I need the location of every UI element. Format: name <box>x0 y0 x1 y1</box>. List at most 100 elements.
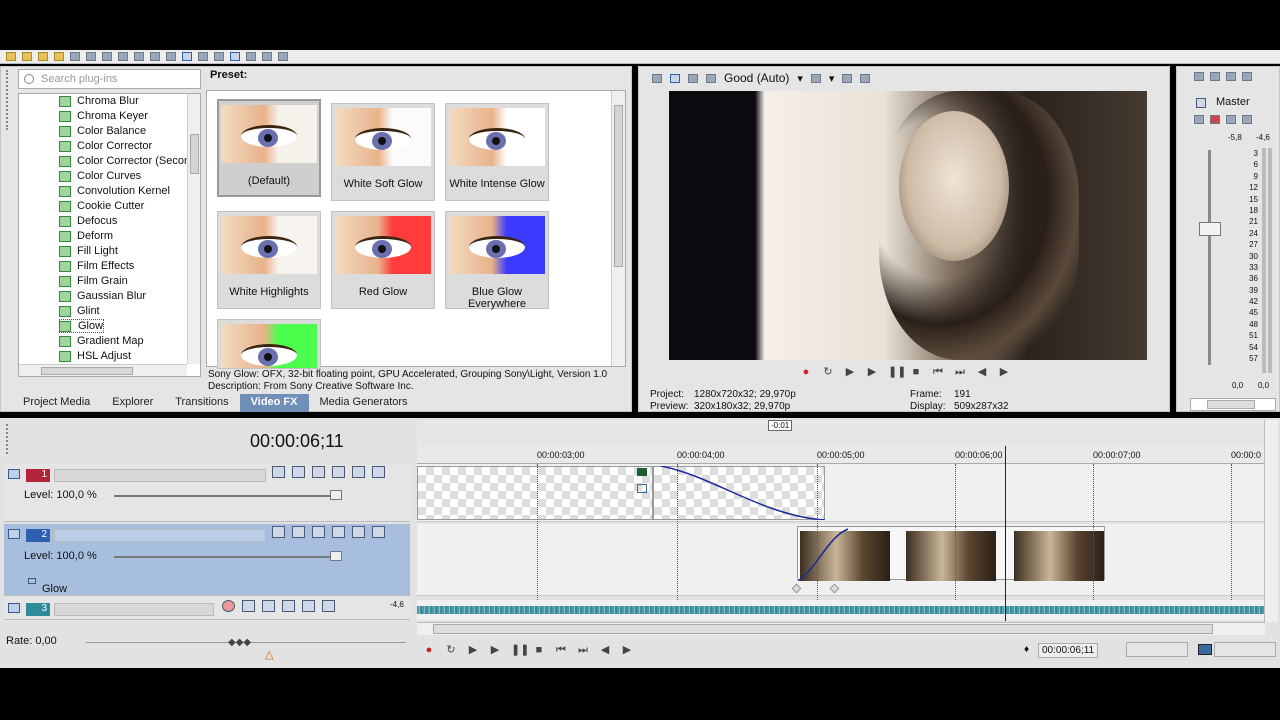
event-pan-crop-icon[interactable] <box>637 468 647 476</box>
composite-mode-icon[interactable] <box>272 466 285 478</box>
new-icon[interactable] <box>6 52 16 61</box>
loop-icon[interactable]: ↻ <box>445 644 457 656</box>
keyframe-marker[interactable] <box>829 583 840 594</box>
fader-track[interactable] <box>1208 150 1211 365</box>
plugin-item[interactable]: Color Curves <box>19 169 187 184</box>
lock-envelopes-icon[interactable] <box>262 52 272 61</box>
selection-tool-icon[interactable] <box>198 52 208 61</box>
track-expand-icon[interactable] <box>8 603 20 613</box>
mixer-hscrollbar[interactable] <box>1190 398 1276 411</box>
split-screen-icon[interactable] <box>688 73 698 83</box>
open-icon[interactable] <box>22 52 32 61</box>
paste-icon[interactable] <box>118 52 128 61</box>
record-icon[interactable]: ● <box>423 644 435 656</box>
mute-icon[interactable] <box>302 600 315 612</box>
plugin-item[interactable]: Cookie Cutter <box>19 199 187 214</box>
copy-icon[interactable] <box>102 52 112 61</box>
track-1-clip-a[interactable] <box>417 466 653 520</box>
prev-frame-icon[interactable]: ◀ <box>599 644 611 656</box>
parent-motion-icon[interactable] <box>292 466 305 478</box>
track-1-header[interactable]: 1 Level: 100,0 % <box>4 464 410 522</box>
plugin-item[interactable]: Color Corrector (Second <box>19 154 196 169</box>
plugin-item[interactable]: Gaussian Blur <box>19 289 187 304</box>
envelope-tool-icon[interactable] <box>182 52 192 61</box>
cursor-time[interactable]: 00:00:06;11 <box>1038 643 1099 658</box>
arm-record-icon[interactable] <box>222 600 235 612</box>
plugin-item[interactable]: Chroma Keyer <box>19 109 187 124</box>
preset-scrollbar[interactable] <box>611 91 625 366</box>
plugin-item[interactable]: Glint <box>19 304 187 319</box>
undo-icon[interactable] <box>134 52 144 61</box>
stop-icon[interactable]: ■ <box>533 644 545 656</box>
track-1-level-slider[interactable] <box>114 495 342 497</box>
plugin-item[interactable]: Film Effects <box>19 259 187 274</box>
tab-video-fx[interactable]: Video FX <box>239 394 309 412</box>
downmix-icon[interactable] <box>1210 72 1220 81</box>
preset-thumbnail[interactable]: Red Glow <box>331 211 435 309</box>
plugin-item[interactable]: Convolution Kernel <box>19 184 187 199</box>
plugin-search-input[interactable]: Search plug-ins <box>18 69 201 89</box>
keyframe-marker[interactable] <box>791 583 802 594</box>
go-to-end-icon[interactable]: ⏭ <box>577 644 589 656</box>
invert-phase-icon[interactable] <box>242 600 255 612</box>
redo-icon[interactable] <box>150 52 160 61</box>
loop-icon[interactable]: ↻ <box>822 366 834 378</box>
render-icon[interactable] <box>70 52 80 61</box>
solo-icon[interactable] <box>372 466 385 478</box>
next-frame-icon[interactable]: ▶ <box>621 644 633 656</box>
dim-output-icon[interactable] <box>1226 72 1236 81</box>
record-path-field[interactable] <box>1214 642 1276 657</box>
mute-icon[interactable] <box>352 526 365 538</box>
zoom-tool-icon[interactable] <box>214 52 224 61</box>
plugin-item[interactable]: Deform <box>19 229 187 244</box>
pause-icon[interactable]: ❚❚ <box>511 644 529 656</box>
parent-motion-icon[interactable] <box>292 526 305 538</box>
marker-label[interactable]: -0:01 <box>768 420 793 431</box>
solo-icon[interactable] <box>1242 115 1252 124</box>
overlays-icon[interactable] <box>810 73 821 83</box>
preset-thumbnail[interactable]: (Default) <box>217 99 321 197</box>
track-2-lane[interactable] <box>417 524 1265 596</box>
tab-project-media[interactable]: Project Media <box>12 394 101 412</box>
track-motion-icon[interactable] <box>312 466 325 478</box>
time-ruler[interactable]: 00:00:03;00 00:00:04;00 00:00:05;00 00:00:0… <box>417 446 1265 464</box>
track-1-lane[interactable] <box>417 464 1265 522</box>
track-3-name-field[interactable] <box>54 603 214 616</box>
play-from-start-icon[interactable]: ▶ <box>467 644 479 656</box>
save-snapshot-icon[interactable] <box>860 73 871 83</box>
track-3-audio-waveform[interactable] <box>417 600 1265 620</box>
mixer-options-icon[interactable] <box>1242 72 1252 81</box>
track-fx-icon[interactable] <box>332 526 345 538</box>
chevron-down-icon[interactable]: ▾ <box>797 72 803 85</box>
pause-icon[interactable]: ❚❚ <box>888 366 906 378</box>
timeline-hscroll[interactable] <box>417 622 1265 635</box>
track-expand-icon[interactable] <box>8 469 20 479</box>
preset-gallery[interactable]: (Default) White Soft Glow White Intense Gl… <box>206 90 626 369</box>
plugin-item[interactable]: Film Grain <box>19 274 187 289</box>
automation-icon[interactable] <box>1194 115 1204 124</box>
composite-mode-icon[interactable] <box>272 526 285 538</box>
track-2-clip[interactable] <box>797 526 1105 581</box>
track-expand-icon[interactable] <box>8 529 20 539</box>
next-frame-icon[interactable]: ▶ <box>998 366 1010 378</box>
auto-ripple-icon[interactable] <box>246 52 256 61</box>
preview-properties-icon[interactable] <box>652 73 662 83</box>
normal-edit-tool-icon[interactable] <box>166 52 176 61</box>
plugin-item[interactable]: Color Balance <box>19 124 187 139</box>
plugin-tree-hscrollbar[interactable] <box>19 364 187 376</box>
selection-length-field[interactable] <box>1126 642 1188 657</box>
stop-icon[interactable]: ■ <box>910 366 922 378</box>
plugin-item[interactable]: Fill Light <box>19 244 187 259</box>
plugin-item[interactable]: HSL Adjust <box>19 349 187 364</box>
plugin-item[interactable]: Color Corrector <box>19 139 187 154</box>
properties-icon[interactable] <box>54 52 64 61</box>
track-fx-icon[interactable] <box>262 600 275 612</box>
preset-thumbnail[interactable]: White Soft Glow <box>331 103 435 201</box>
track-2-header[interactable]: 2 Level: 100,0 % Glow <box>4 524 410 596</box>
copy-snapshot-icon[interactable] <box>842 73 853 83</box>
solo-icon[interactable] <box>322 600 335 612</box>
plugin-tree-scrollbar[interactable] <box>187 94 200 364</box>
bus-fx-chain-icon[interactable] <box>1210 115 1220 124</box>
save-icon[interactable] <box>38 52 48 61</box>
tab-media-generators[interactable]: Media Generators <box>309 394 419 412</box>
